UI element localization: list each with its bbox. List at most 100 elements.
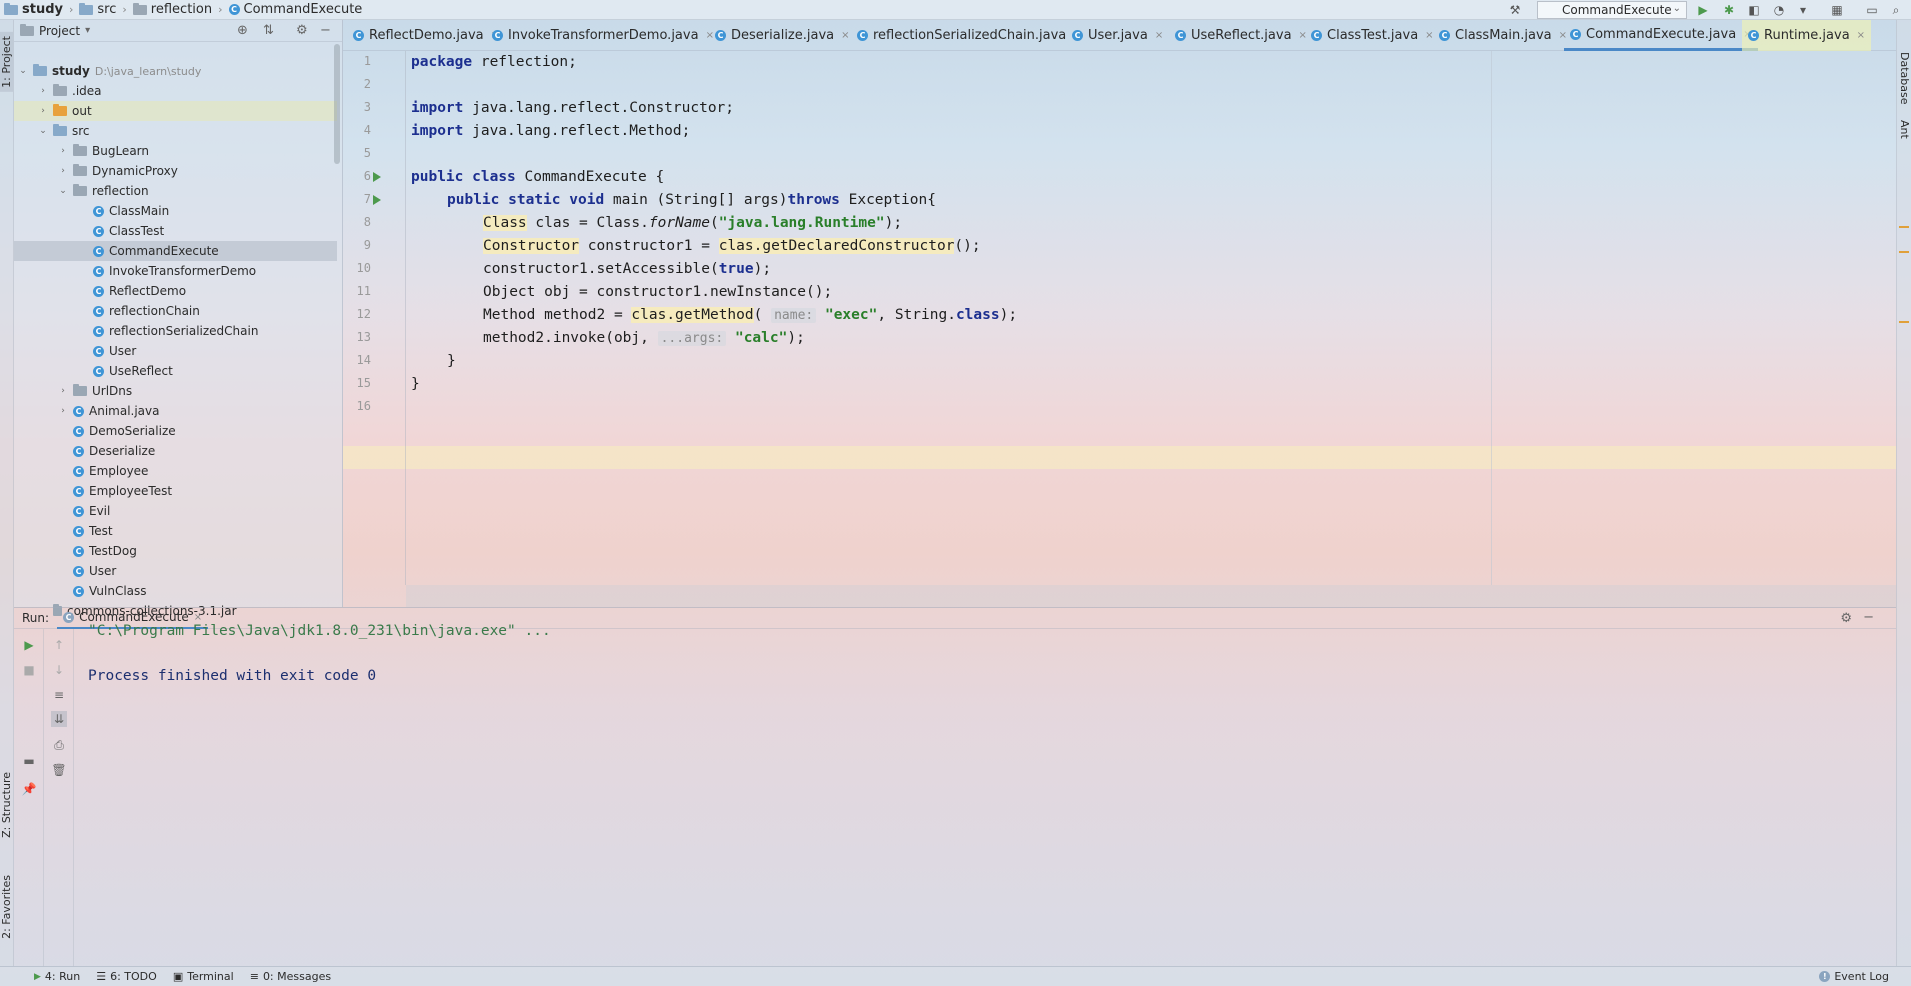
chevron-right-icon[interactable]: ›: [58, 146, 68, 156]
chevron-right-icon[interactable]: ›: [38, 86, 48, 96]
soft-wrap-icon[interactable]: ≡: [51, 687, 67, 703]
tree-item[interactable]: C InvokeTransformerDemo: [14, 261, 337, 281]
arrow-down-icon[interactable]: ↓: [51, 662, 67, 678]
close-icon[interactable]: ×: [841, 30, 849, 41]
collapse-all-icon[interactable]: ⇅: [263, 23, 274, 38]
tab-reflectionserializedchain[interactable]: CreflectionSerializedChain.java×: [851, 20, 1088, 51]
warning-marker[interactable]: [1899, 251, 1909, 253]
chevron-down-icon[interactable]: ⌄: [38, 126, 48, 136]
tree-item[interactable]: C Evil: [14, 501, 337, 521]
debug-icon[interactable]: ✱: [1721, 2, 1737, 18]
tool-tab-run[interactable]: ▶ 4: Run: [26, 967, 88, 986]
tool-window-project[interactable]: 1: Project: [0, 32, 13, 92]
pin-icon[interactable]: 📌: [21, 781, 37, 797]
code-editor[interactable]: 1 2 3 4 5 6 7 8 9 10 11 12 13 14 15 16 p…: [343, 51, 1896, 607]
scroll-to-end-icon[interactable]: ⇊: [51, 711, 67, 727]
tree-item[interactable]: › .idea: [14, 81, 337, 101]
locate-icon[interactable]: ⊕: [237, 23, 248, 38]
tree-item[interactable]: C TestDog: [14, 541, 337, 561]
event-log-button[interactable]: ! Event Log: [1811, 967, 1897, 986]
project-scrollbar[interactable]: [334, 44, 340, 164]
chevron-right-icon[interactable]: ›: [38, 106, 48, 116]
tree-item[interactable]: C CommandExecute: [14, 241, 337, 261]
tree-item[interactable]: C EmployeeTest: [14, 481, 337, 501]
tool-window-structure[interactable]: Z: Structure: [0, 772, 13, 838]
tree-item[interactable]: C Deserialize: [14, 441, 337, 461]
run-gutter-icon[interactable]: [373, 195, 381, 205]
tool-window-ant[interactable]: Ant: [1898, 120, 1911, 139]
warning-marker[interactable]: [1899, 321, 1909, 323]
stop-icon[interactable]: ■: [21, 662, 37, 678]
tree-item[interactable]: C ClassMain: [14, 201, 337, 221]
tool-tab-messages[interactable]: ≡ 0: Messages: [242, 967, 339, 986]
tree-item[interactable]: C ReflectDemo: [14, 281, 337, 301]
breadcrumb-reflection[interactable]: reflection: [129, 2, 216, 17]
profile-icon[interactable]: ◔: [1771, 2, 1787, 18]
tab-classmain[interactable]: C ClassMain.java ×: [1433, 20, 1573, 51]
trash-icon[interactable]: 🗑: [51, 762, 67, 778]
tree-item[interactable]: C User: [14, 561, 337, 581]
print-icon[interactable]: ⎙: [51, 737, 67, 753]
run-icon[interactable]: ▶: [1695, 2, 1711, 18]
tree-item[interactable]: › C Animal.java: [14, 401, 337, 421]
tab-usereflect[interactable]: C UseReflect.java ×: [1169, 20, 1313, 51]
tree-item[interactable]: C User: [14, 341, 337, 361]
close-icon[interactable]: ×: [194, 612, 202, 623]
tree-item[interactable]: ⌄ study D:\java_learn\study: [14, 61, 337, 81]
warning-marker[interactable]: [1899, 226, 1909, 228]
build-hammer-icon[interactable]: ⚒: [1507, 2, 1523, 18]
chevron-right-icon[interactable]: ›: [58, 166, 68, 176]
chevron-right-icon[interactable]: ›: [58, 406, 68, 416]
tab-invoketransformerdemo[interactable]: C InvokeTransformerDemo.java ×: [486, 20, 720, 51]
chevron-down-icon[interactable]: ▾: [85, 25, 90, 36]
tool-window-favorites[interactable]: 2: Favorites: [0, 875, 13, 939]
rerun-icon[interactable]: ▶: [21, 637, 37, 653]
chevron-down-icon[interactable]: ⌄: [18, 66, 28, 76]
tree-item[interactable]: C DemoSerialize: [14, 421, 337, 441]
coverage-icon[interactable]: ◧: [1746, 2, 1762, 18]
tree-item[interactable]: C UseReflect: [14, 361, 337, 381]
breadcrumb-study[interactable]: study: [0, 2, 67, 17]
more-run-icon[interactable]: ▾: [1795, 2, 1811, 18]
search-icon[interactable]: ⌕: [1888, 2, 1904, 18]
gear-icon[interactable]: ⚙: [1840, 611, 1852, 626]
hide-icon[interactable]: −: [1863, 610, 1874, 625]
close-icon[interactable]: ×: [1857, 30, 1865, 41]
tree-item[interactable]: › UrlDns: [14, 381, 337, 401]
tool-tab-todo[interactable]: ☰ 6: TODO: [88, 967, 165, 986]
breadcrumb-commandexecute[interactable]: C CommandExecute: [225, 2, 367, 17]
tree-item[interactable]: › BugLearn: [14, 141, 337, 161]
tree-item[interactable]: › DynamicProxy: [14, 161, 337, 181]
tree-item[interactable]: CreflectionSerializedChain: [14, 321, 337, 341]
editor-horizontal-scrollbar[interactable]: [406, 585, 1896, 607]
tree-item[interactable]: ⌄ reflection: [14, 181, 337, 201]
layout-icon[interactable]: ▭: [1864, 2, 1880, 18]
tool-window-database[interactable]: Database: [1898, 52, 1911, 105]
tool-tab-terminal[interactable]: ▣ Terminal: [165, 967, 242, 986]
tree-item[interactable]: C Test: [14, 521, 337, 541]
tab-commandexecute[interactable]: CCommandExecute.java×: [1564, 20, 1758, 51]
run-gutter-icon[interactable]: [373, 172, 381, 182]
chevron-right-icon[interactable]: ›: [58, 386, 68, 396]
tree-item[interactable]: C ClassTest: [14, 221, 337, 241]
tree-item[interactable]: C VulnClass: [14, 581, 337, 601]
close-icon[interactable]: ×: [1155, 30, 1163, 41]
tab-deserialize[interactable]: C Deserialize.java ×: [709, 20, 856, 51]
project-view-select[interactable]: Project: [39, 24, 80, 38]
tree-item[interactable]: › out: [14, 101, 337, 121]
tree-item[interactable]: ⌄ src: [14, 121, 337, 141]
tab-classtest[interactable]: C ClassTest.java ×: [1305, 20, 1440, 51]
gear-icon[interactable]: ⚙: [296, 23, 308, 38]
hide-icon[interactable]: −: [320, 23, 331, 38]
tab-runtime[interactable]: C Runtime.java ×: [1742, 20, 1872, 51]
tab-reflectdemo[interactable]: CReflectDemo.java×: [347, 20, 505, 51]
arrow-up-icon[interactable]: ↑: [51, 637, 67, 653]
tree-item[interactable]: CreflectionChain: [14, 301, 337, 321]
chevron-down-icon[interactable]: ⌄: [58, 186, 68, 196]
tree-item[interactable]: C Employee: [14, 461, 337, 481]
restore-layout-icon[interactable]: ▬: [21, 753, 37, 769]
run-configuration-select[interactable]: CommandExecute ⌄: [1537, 1, 1687, 19]
project-structure-icon[interactable]: ▦: [1829, 2, 1845, 18]
breadcrumb-src[interactable]: src: [75, 2, 120, 17]
tab-user[interactable]: C User.java ×: [1066, 20, 1169, 51]
